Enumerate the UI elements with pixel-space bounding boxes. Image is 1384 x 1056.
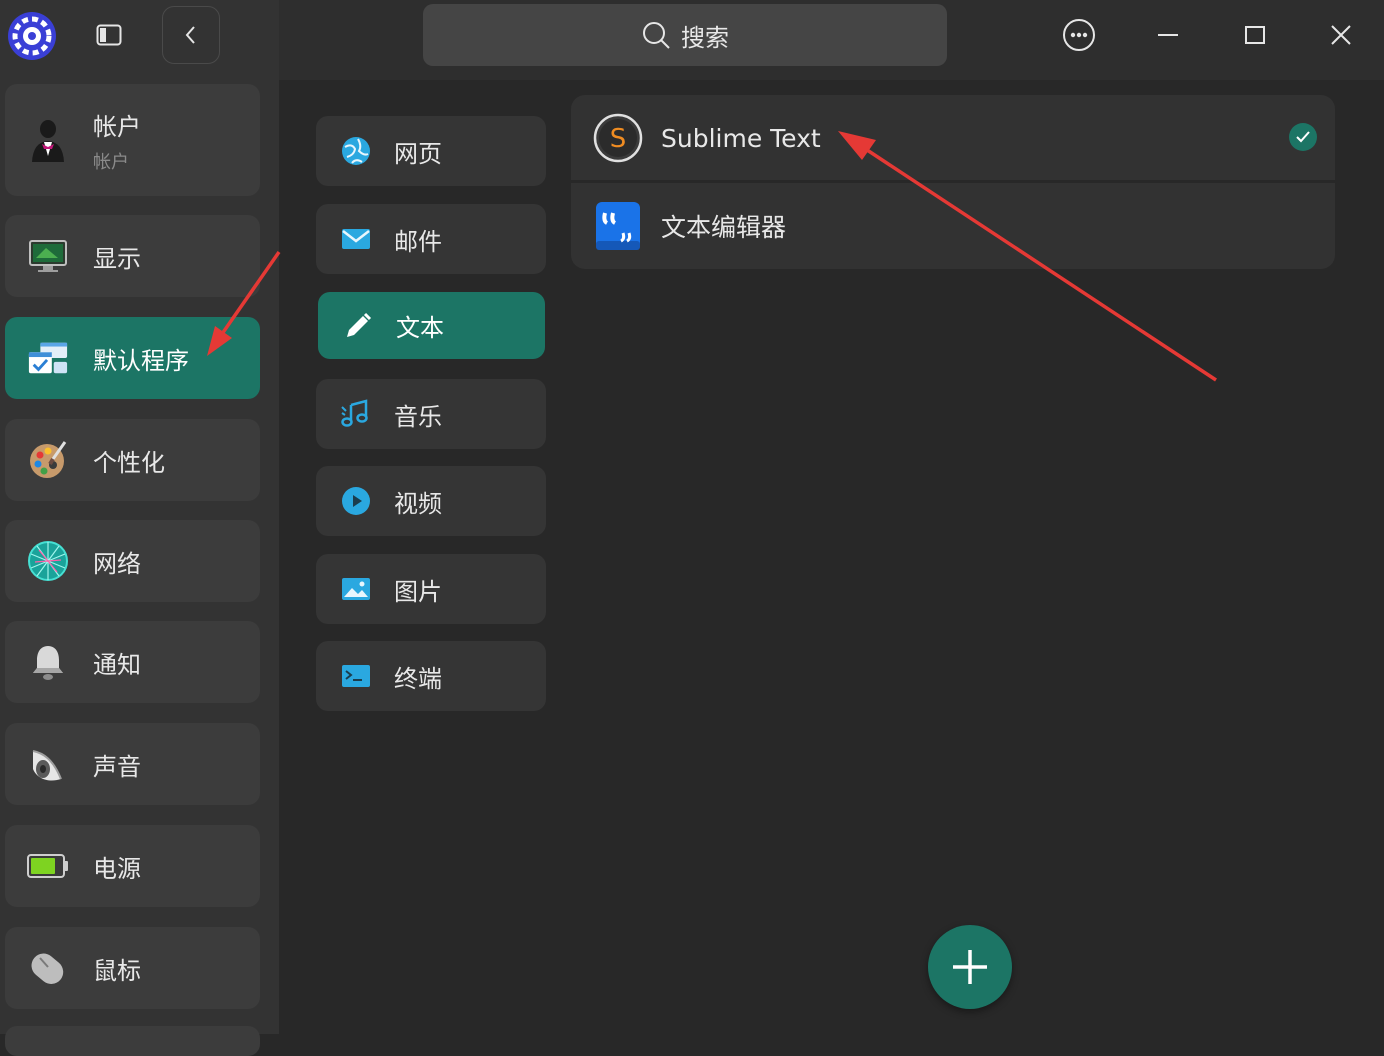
category-text[interactable]: 文本 <box>318 292 545 359</box>
app-list: S Sublime Text 文本编辑器 <box>571 95 1335 269</box>
sidebar-item-power[interactable]: 电源 <box>5 825 260 907</box>
search-icon <box>643 22 670 49</box>
sidebar-item-personalization[interactable]: 个性化 <box>5 419 260 501</box>
toggle-sidebar-button[interactable] <box>88 14 130 56</box>
app-item-sublime-text[interactable]: S Sublime Text <box>571 95 1335 181</box>
sidebar-label-network: 网络 <box>93 549 141 578</box>
category-video[interactable]: 视频 <box>316 466 546 536</box>
user-avatar-icon <box>27 119 69 162</box>
more-options-icon <box>1063 19 1095 51</box>
add-app-button[interactable] <box>928 925 1012 1009</box>
web-globe-icon <box>340 135 372 167</box>
sidebar-label-default-apps: 默认程序 <box>93 346 189 375</box>
more-options-button[interactable] <box>1054 10 1104 60</box>
category-label-music: 音乐 <box>394 402 442 431</box>
speaker-icon <box>27 743 69 785</box>
mouse-icon <box>27 947 69 989</box>
category-web[interactable]: 网页 <box>316 116 546 186</box>
category-picture[interactable]: 图片 <box>316 554 546 624</box>
maximize-icon <box>1245 26 1265 44</box>
category-label-video: 视频 <box>394 489 442 518</box>
sidebar-label-sound: 声音 <box>93 752 141 781</box>
sidebar-label-personalization: 个性化 <box>93 448 165 477</box>
sidebar-item-notification[interactable]: 通知 <box>5 621 260 703</box>
sidebar-label-display: 显示 <box>93 244 141 273</box>
sidebar-label-notification: 通知 <box>93 650 141 679</box>
terminal-icon <box>340 660 372 692</box>
play-circle-icon <box>340 485 372 517</box>
mail-icon <box>340 223 372 255</box>
chevron-left-icon <box>185 26 195 44</box>
pencil-icon <box>342 310 374 342</box>
category-label-terminal: 终端 <box>394 664 442 693</box>
sidebar-label-power: 电源 <box>93 854 141 883</box>
default-check-icon <box>1289 123 1317 151</box>
svg-text:S: S <box>610 124 627 154</box>
back-button[interactable] <box>162 6 220 64</box>
bell-icon <box>27 641 69 683</box>
category-label-mail: 邮件 <box>394 227 442 256</box>
category-label-text: 文本 <box>396 314 444 342</box>
app-name-sublime-text: Sublime Text <box>661 123 821 153</box>
app-item-text-editor[interactable]: 文本编辑器 <box>571 183 1335 269</box>
category-label-picture: 图片 <box>394 577 442 606</box>
search-input[interactable]: 搜索 <box>423 4 947 66</box>
image-icon <box>340 573 372 605</box>
sidebar-item-display[interactable]: 显示 <box>5 215 260 297</box>
sidebar-item-mouse[interactable]: 鼠标 <box>5 927 260 1009</box>
control-center-logo-icon <box>6 10 58 62</box>
sidebar-item-partial[interactable] <box>5 1026 260 1056</box>
account-subtitle: 帐户 <box>93 151 129 173</box>
plus-icon <box>953 950 987 984</box>
minimize-icon <box>1158 34 1178 36</box>
sidebar-toggle-icon <box>96 24 122 46</box>
sidebar-label-mouse: 鼠标 <box>93 956 141 985</box>
category-music[interactable]: 音乐 <box>316 379 546 449</box>
account-title: 帐户 <box>93 112 141 141</box>
sidebar-item-account[interactable]: 帐户 帐户 <box>5 84 260 196</box>
category-terminal[interactable]: 终端 <box>316 641 546 711</box>
default-apps-icon <box>27 337 69 379</box>
search-placeholder: 搜索 <box>681 23 729 52</box>
app-name-text-editor: 文本编辑器 <box>661 213 787 242</box>
category-mail[interactable]: 邮件 <box>316 204 546 274</box>
text-editor-icon <box>593 201 643 251</box>
music-note-icon <box>340 398 372 430</box>
maximize-button[interactable] <box>1230 10 1280 60</box>
network-globe-icon <box>27 540 69 582</box>
sidebar-item-default-apps[interactable]: 默认程序 <box>5 317 260 399</box>
sublime-text-icon: S <box>593 113 643 163</box>
monitor-icon <box>27 235 69 277</box>
minimize-button[interactable] <box>1143 10 1193 60</box>
close-icon <box>1331 25 1351 45</box>
sidebar: 帐户 帐户 显示 默认程序 个性化 网络 通知 声音 电源 鼠标 <box>0 0 279 1056</box>
sidebar-item-sound[interactable]: 声音 <box>5 723 260 805</box>
sidebar-item-network[interactable]: 网络 <box>5 520 260 602</box>
battery-icon <box>27 845 69 887</box>
close-button[interactable] <box>1316 10 1366 60</box>
category-label-web: 网页 <box>394 139 442 168</box>
palette-icon <box>27 439 69 481</box>
